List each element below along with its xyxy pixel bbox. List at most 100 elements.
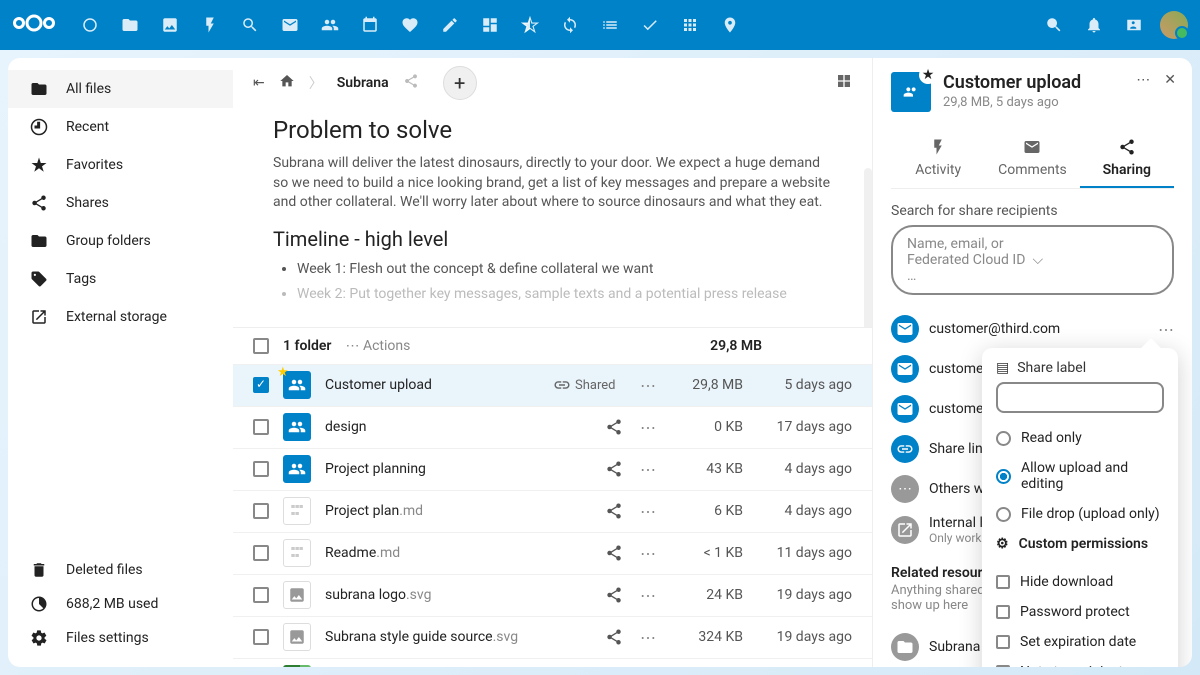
heart-icon[interactable] — [390, 0, 430, 50]
share-search-input[interactable]: Name, email, or Federated Cloud ID … ⌵ — [891, 225, 1174, 295]
deck-icon[interactable] — [470, 0, 510, 50]
select-all-checkbox[interactable] — [253, 338, 269, 354]
panel-more-icon[interactable]: ⋯ — [1136, 72, 1150, 88]
sidebar-item-all-files[interactable]: All files — [8, 70, 233, 108]
file-date: 19 days ago — [757, 587, 852, 603]
file-size: 324 KB — [673, 629, 743, 645]
share-option-check[interactable]: Note to recipient — [996, 657, 1164, 667]
star-half-icon[interactable] — [510, 0, 550, 50]
view-toggle-icon[interactable] — [836, 73, 852, 93]
row-checkbox[interactable] — [253, 545, 269, 561]
tag-icon — [30, 270, 48, 288]
share-icon[interactable] — [553, 586, 623, 604]
file-type-icon: ≡≡≡≡≡ — [283, 497, 311, 525]
share-option-check[interactable]: Hide download — [996, 567, 1164, 597]
chevron-down-icon[interactable]: ⌵ — [1033, 252, 1159, 268]
breadcrumb-bar: ⇤ 〉 Subrana + — [233, 58, 872, 108]
row-checkbox[interactable] — [253, 377, 269, 393]
panel-close-icon[interactable]: ✕ — [1164, 72, 1176, 88]
row-checkbox[interactable] — [253, 419, 269, 435]
file-row[interactable]: Subrana styleguide 1 title.png⋯279 KB19 … — [233, 658, 872, 667]
sidebar-item-recent[interactable]: Recent — [8, 108, 233, 146]
row-checkbox[interactable] — [253, 629, 269, 645]
file-row[interactable]: ≡≡≡≡≡Project plan.md⋯6 KB4 days ago — [233, 490, 872, 532]
sidebar-item-tags[interactable]: Tags — [8, 260, 233, 298]
share-icon[interactable] — [553, 628, 623, 646]
row-more-icon[interactable]: ⋯ — [637, 460, 659, 479]
sidebar-item-favorites[interactable]: Favorites — [8, 146, 233, 184]
share-icon[interactable] — [553, 544, 623, 562]
check-icon[interactable] — [630, 0, 670, 50]
row-checkbox[interactable] — [253, 587, 269, 603]
share-permission-option[interactable]: Read only — [996, 423, 1164, 453]
row-checkbox[interactable] — [253, 461, 269, 477]
sidebar-foot-gear[interactable]: Files settings — [8, 621, 233, 655]
grid-icon[interactable] — [670, 0, 710, 50]
row-checkbox[interactable] — [253, 503, 269, 519]
share-label-input[interactable] — [996, 382, 1164, 413]
location-icon[interactable] — [710, 0, 750, 50]
sidebar-item-group-folders[interactable]: Group folders — [8, 222, 233, 260]
breadcrumb[interactable]: 〉 Subrana — [279, 73, 419, 93]
doc-list-item: Week 1: Flesh out the concept & define c… — [297, 259, 832, 280]
contacts-icon[interactable] — [310, 0, 350, 50]
scrollbar[interactable] — [864, 168, 872, 327]
row-more-icon[interactable]: ⋯ — [637, 544, 659, 563]
share-permission-option[interactable]: File drop (upload only) — [996, 499, 1164, 529]
menu-toggle-icon[interactable]: ⇤ — [253, 75, 265, 91]
file-row[interactable]: Customer upload Shared⋯29,8 MB5 days ago — [233, 364, 872, 406]
search-icon[interactable] — [1034, 0, 1074, 50]
sync-icon[interactable] — [550, 0, 590, 50]
row-more-icon[interactable]: ⋯ — [637, 418, 659, 437]
sidebar-item-external-storage[interactable]: External storage — [8, 298, 233, 336]
search-ring-icon[interactable] — [230, 0, 270, 50]
add-button[interactable]: + — [443, 66, 477, 100]
home-icon[interactable] — [279, 73, 295, 93]
share-option-check[interactable]: Password protect — [996, 597, 1164, 627]
custom-permissions-button[interactable]: ⚙ Custom permissions — [996, 529, 1164, 559]
share-option-check[interactable]: Set expiration date — [996, 627, 1164, 657]
file-date: 5 days ago — [757, 377, 852, 393]
image-icon[interactable] — [150, 0, 190, 50]
doc-heading: Problem to solve — [273, 116, 832, 144]
pencil-icon[interactable] — [430, 0, 470, 50]
row-more-icon[interactable]: ⋯ — [637, 628, 659, 647]
row-more-icon[interactable]: ⋯ — [637, 376, 659, 395]
bell-icon[interactable] — [1074, 0, 1114, 50]
row-more-icon[interactable]: ⋯ — [637, 586, 659, 605]
sidebar-item-shares[interactable]: Shares — [8, 184, 233, 222]
link-icon — [891, 435, 919, 463]
bolt-icon[interactable] — [190, 0, 230, 50]
tab-comments[interactable]: Comments — [985, 130, 1079, 188]
file-row[interactable]: design⋯0 KB17 days ago — [233, 406, 872, 448]
sidebar-foot-trash[interactable]: Deleted files — [8, 553, 233, 587]
sidebar-foot-quota[interactable]: 688,2 MB used — [8, 587, 233, 621]
sidebar: All filesRecentFavoritesSharesGroup fold… — [8, 58, 233, 667]
file-row[interactable]: Subrana style guide source.svg⋯324 KB19 … — [233, 616, 872, 658]
share-icon[interactable] — [553, 418, 623, 436]
share-more-icon[interactable]: ⋯ — [1158, 320, 1174, 339]
contact-card-icon[interactable] — [1114, 0, 1154, 50]
row-more-icon[interactable]: ⋯ — [637, 502, 659, 521]
tab-sharing[interactable]: Sharing — [1080, 130, 1174, 188]
internal-icon — [891, 516, 919, 544]
user-avatar[interactable] — [1160, 11, 1188, 39]
file-size: 6 KB — [673, 503, 743, 519]
circle-icon[interactable] — [70, 0, 110, 50]
mail-icon — [891, 315, 919, 343]
share-icon[interactable] — [553, 502, 623, 520]
file-row[interactable]: subrana logo.svg⋯24 KB19 days ago — [233, 574, 872, 616]
folder-icon[interactable] — [110, 0, 150, 50]
actions-menu[interactable]: ⋯ Actions — [345, 338, 410, 354]
list-icon[interactable] — [590, 0, 630, 50]
mail-icon[interactable] — [270, 0, 310, 50]
file-row[interactable]: Project planning⋯43 KB4 days ago — [233, 448, 872, 490]
share-permission-option[interactable]: Allow upload and editing — [996, 453, 1164, 499]
calendar-icon[interactable] — [350, 0, 390, 50]
tab-activity[interactable]: Activity — [891, 130, 985, 188]
nextcloud-logo — [12, 12, 56, 39]
share-icon[interactable] — [553, 460, 623, 478]
file-row[interactable]: ≡≡≡≡≡Readme.md⋯< 1 KB11 days ago — [233, 532, 872, 574]
breadcrumb-current[interactable]: Subrana — [337, 75, 389, 91]
share-icon[interactable] — [403, 73, 419, 93]
